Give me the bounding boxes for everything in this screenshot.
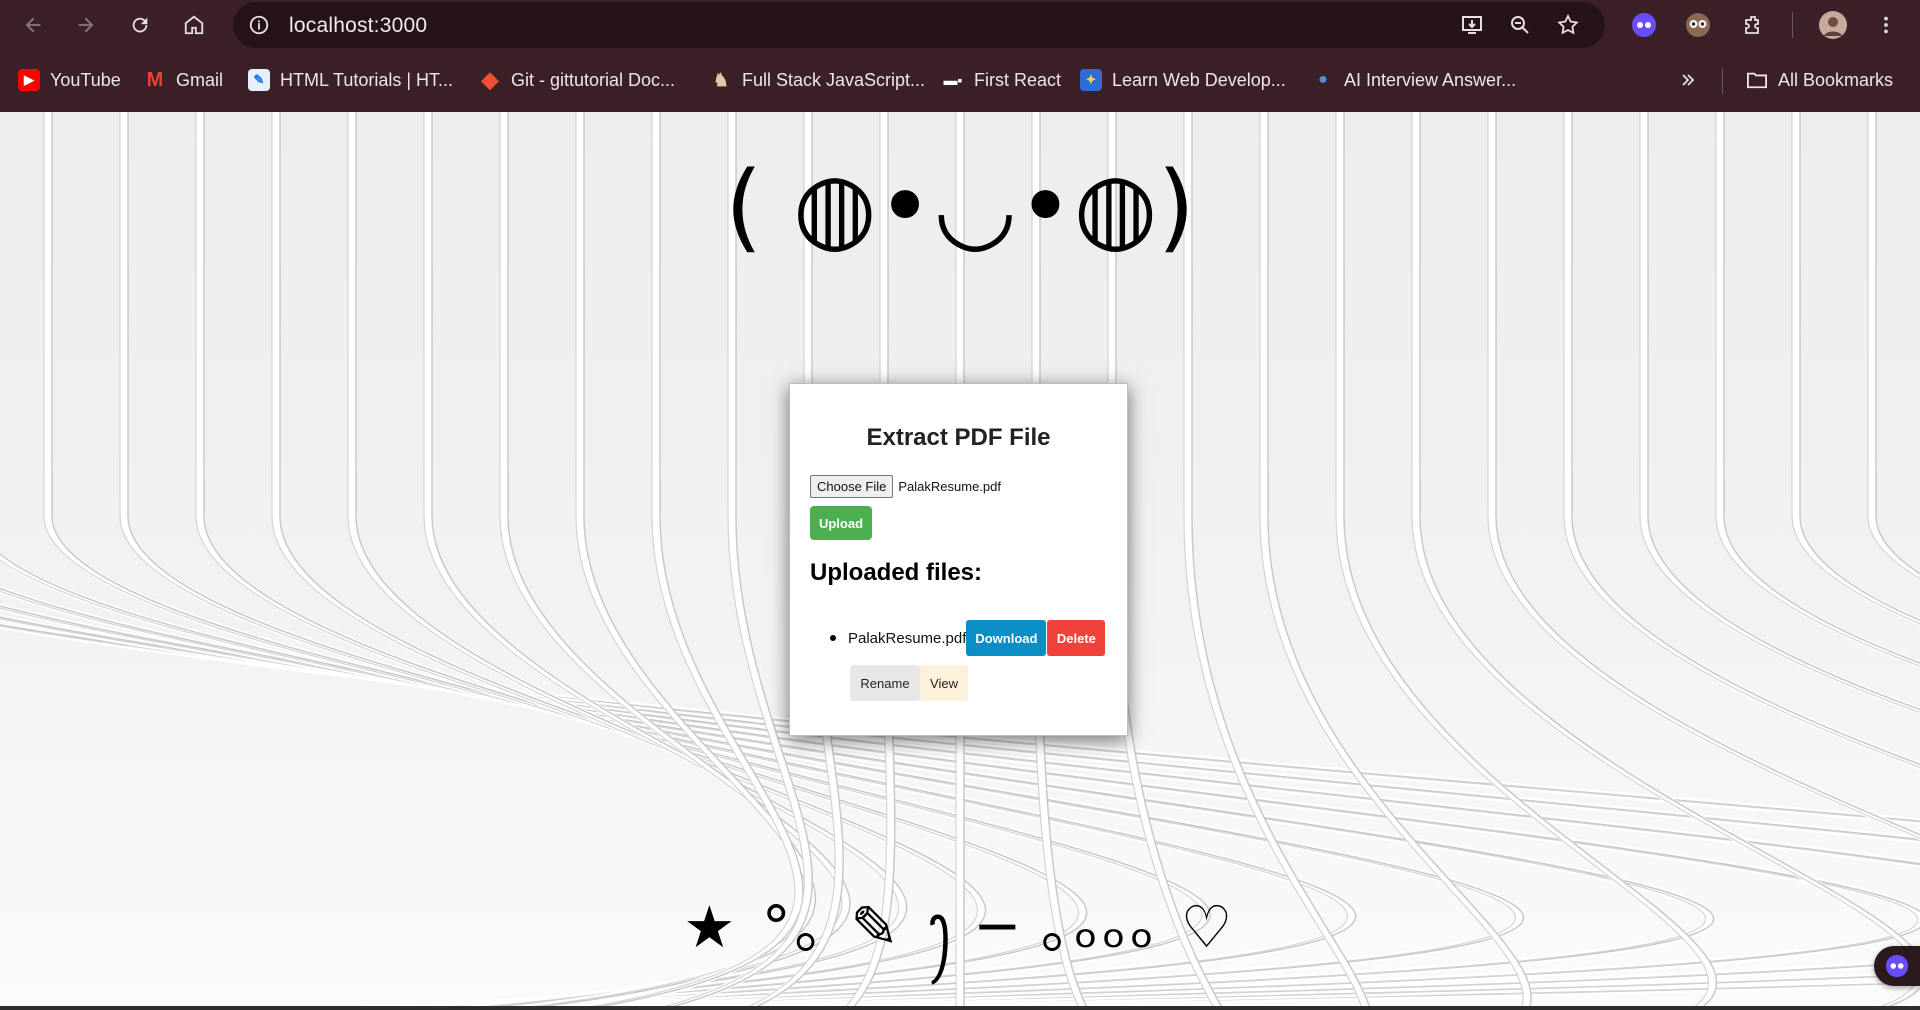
download-button[interactable]: Download [966, 620, 1047, 656]
rename-button[interactable]: Rename [850, 665, 920, 701]
url-text[interactable]: localhost:3000 [289, 14, 427, 38]
forward-arrow-icon [78, 17, 94, 33]
html-tutorials-icon: ✎ [248, 69, 270, 91]
delete-button[interactable]: Delete [1047, 620, 1106, 656]
card-title: Extract PDF File [866, 424, 1051, 451]
home-button[interactable] [177, 8, 211, 42]
site-info-icon[interactable] [247, 13, 271, 37]
owl-extension-icon[interactable] [1682, 9, 1714, 41]
fullstack-icon: ♞ [712, 69, 730, 90]
bookmark-gmail[interactable]: M Gmail [144, 68, 223, 92]
bookmark-label: Full Stack JavaScript... [742, 69, 926, 90]
chosen-file-name: PalakResume.pdf [898, 479, 1001, 494]
uploaded-file-name: PalakResume.pdf [848, 629, 967, 647]
toolbar-divider [1792, 12, 1793, 38]
browser-toolbar: localhost:3000 [0, 0, 1920, 50]
bookmark-star-icon[interactable] [1555, 12, 1581, 38]
reload-button[interactable] [123, 8, 157, 42]
assistant-icon [1885, 954, 1909, 978]
browser-chrome: localhost:3000 ▶ YouTube M Gmail ✎ HTML … [0, 0, 1920, 112]
react-icon: ▬▪ [943, 72, 963, 88]
bookmark-learn-web[interactable]: ✦ Learn Web Develop... [1080, 68, 1286, 92]
list-item: PalakResume.pdf Download Delete [830, 620, 1106, 656]
browser-menu-icon[interactable] [1870, 9, 1902, 41]
file-actions: Rename View [850, 665, 968, 701]
page-viewport: ( ◍•◡•◍) Extract PDF File Choose File Pa… [0, 112, 1920, 1010]
all-bookmarks-label: All Bookmarks [1778, 69, 1894, 90]
view-button[interactable]: View [920, 665, 968, 701]
youtube-icon: ▶ [18, 69, 40, 91]
bookmark-label: HTML Tutorials | HT... [280, 69, 454, 90]
pdf-upload-card: Extract PDF File Choose File PalakResume… [789, 383, 1128, 736]
home-icon [184, 15, 204, 35]
bookmarks-divider [1722, 68, 1723, 94]
bookmark-ai-interview[interactable]: ● AI Interview Answer... [1312, 68, 1516, 92]
bookmark-label: Gmail [176, 69, 224, 90]
folder-icon [1746, 69, 1768, 91]
bookmark-label: Learn Web Develop... [1112, 69, 1286, 90]
assistant-widget-button[interactable] [1874, 946, 1920, 986]
all-bookmarks-button[interactable]: All Bookmarks [1746, 68, 1893, 92]
file-input[interactable]: Choose File PalakResume.pdf [810, 475, 1001, 498]
monica-extension-icon[interactable] [1628, 9, 1660, 41]
reload-icon [132, 17, 148, 33]
decorative-doodle: ★ °｡ ✎ ꫂ ─ ｡ₒₒₒ ♡ [683, 893, 1237, 961]
bookmark-first-react[interactable]: ▬▪ First React [942, 68, 1062, 92]
bookmarks-bar: ▶ YouTube M Gmail ✎ HTML Tutorials | HT.… [0, 58, 1920, 102]
upload-button[interactable]: Upload [810, 506, 872, 540]
install-app-icon[interactable] [1459, 12, 1485, 38]
uploaded-file-list: PalakResume.pdf Download Delete [830, 620, 1106, 656]
bookmark-html-tutorials[interactable]: ✎ HTML Tutorials | HT... [248, 68, 453, 92]
choose-file-button[interactable]: Choose File [810, 475, 894, 498]
bookmark-fullstack[interactable]: ♞ Full Stack JavaScript... [710, 68, 925, 92]
address-bar[interactable]: localhost:3000 [233, 2, 1605, 48]
gmail-icon: M [146, 68, 164, 91]
bookmark-label: AI Interview Answer... [1344, 69, 1517, 90]
back-arrow-icon [25, 17, 41, 33]
bookmark-label: Git - gittutorial Doc... [511, 69, 676, 90]
back-button[interactable] [16, 8, 50, 42]
bookmark-label: First React [974, 69, 1062, 90]
extensions-puzzle-icon[interactable] [1738, 9, 1770, 41]
profile-avatar[interactable] [1817, 9, 1849, 41]
ai-interview-icon: ● [1318, 71, 1328, 88]
more-bookmarks-icon[interactable] [1678, 68, 1698, 92]
bullet-icon [830, 635, 836, 641]
bookmark-youtube[interactable]: ▶ YouTube [18, 68, 121, 92]
uploaded-files-heading: Uploaded files: [810, 559, 983, 586]
kaomoji-face: ( ◍•◡•◍) [725, 151, 1195, 263]
zoom-icon[interactable] [1507, 12, 1533, 38]
bookmark-label: YouTube [50, 69, 121, 90]
git-icon: ◆ [481, 67, 499, 92]
page-bottom-edge [0, 1006, 1920, 1010]
learn-web-icon: ✦ [1080, 69, 1102, 91]
forward-button[interactable] [69, 8, 103, 42]
bookmark-git[interactable]: ◆ Git - gittutorial Doc... [479, 67, 676, 92]
